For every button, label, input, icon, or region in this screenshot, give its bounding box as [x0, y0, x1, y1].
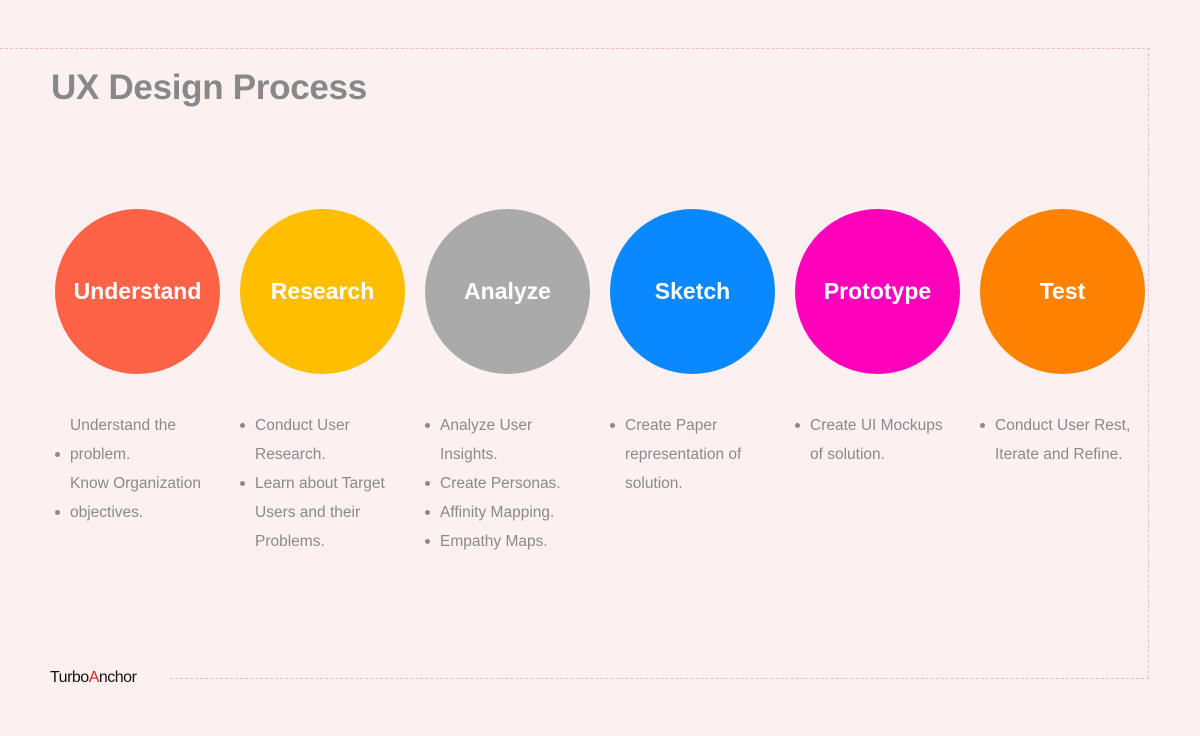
bullet-line: Learn about Target: [240, 469, 420, 498]
bullet-line: Research.: [240, 440, 420, 469]
bullet-dot-icon: [240, 481, 245, 486]
bullet-dot-icon: [425, 423, 430, 428]
bullet-text: Empathy Maps.: [440, 533, 548, 550]
bullet-line: Understand the: [55, 411, 235, 440]
bullet-dot-icon: [425, 481, 430, 486]
stage-label: Research: [270, 278, 375, 304]
stage-research: Research: [240, 209, 405, 374]
bullet-text: Affinity Mapping.: [440, 504, 555, 521]
bullet-dot-icon: [610, 423, 615, 428]
dashed-border-bottom: [170, 678, 1149, 679]
bullet-dot-icon: [795, 423, 800, 428]
stage-bullet-list: Understand the problem. Know Organization o…: [55, 411, 235, 527]
stage-circle: Analyze: [425, 209, 590, 374]
bullet-dot-icon: [425, 539, 430, 544]
stage-label: Analyze: [464, 278, 551, 304]
stage-understand: Understand: [55, 209, 220, 374]
logo-text-part1: Turbo: [50, 669, 89, 686]
bullet-text: objectives.: [70, 504, 144, 521]
bullet-text: Analyze User: [440, 417, 533, 434]
bullet-line: objectives.: [55, 498, 235, 527]
stage-bullet-list: Analyze User Insights. Create Personas. Aff…: [425, 411, 605, 556]
bullet-line: Conduct User Rest,: [980, 411, 1160, 440]
bullet-text: Create Personas.: [440, 475, 561, 492]
bullet-text: Users and their: [255, 504, 361, 521]
stage-bullet-list: Create UI Mockups of solution.: [795, 411, 975, 469]
bullet-text: Conduct User Rest,: [995, 417, 1131, 434]
stage-bullet-list: Conduct User Rest, Iterate and Refine.: [980, 411, 1160, 469]
bullet-text: Conduct User: [255, 417, 350, 434]
bullet-line: representation of: [610, 440, 790, 469]
bullet-dot-icon: [425, 510, 430, 515]
bullet-line: Create Personas.: [425, 469, 605, 498]
stage-sketch: Sketch: [610, 209, 775, 374]
bullet-text: Problems.: [255, 533, 325, 550]
bullet-text: solution.: [625, 475, 683, 492]
stage-bullet-list: Create Paper representation of solution.: [610, 411, 790, 498]
bullet-text: Create Paper: [625, 417, 718, 434]
stage-analyze: Analyze: [425, 209, 590, 374]
logo-text-part2: nchor: [98, 669, 137, 686]
stage-test: Test: [980, 209, 1145, 374]
bullet-line: Problems.: [240, 527, 420, 556]
logo-accent-letter: A: [88, 669, 100, 686]
bullet-line: Conduct User: [240, 411, 420, 440]
bullet-text: representation of: [625, 446, 742, 463]
stage-label: Understand: [73, 278, 202, 304]
brand-logo: TurboAnchor: [50, 669, 137, 687]
dashed-border-top: [0, 48, 1150, 49]
bullet-line: problem.: [55, 440, 235, 469]
stage-circle: Sketch: [610, 209, 775, 374]
bullet-dot-icon: [980, 423, 985, 428]
bullet-line: Empathy Maps.: [425, 527, 605, 556]
bullet-line: Know Organization: [55, 469, 235, 498]
stage-circle: Research: [240, 209, 405, 374]
bullet-dot-icon: [55, 452, 60, 457]
bullet-dot-icon: [55, 510, 60, 515]
stage-bullet-list: Conduct User Research. Learn about Target U…: [240, 411, 420, 556]
stage-circle: Test: [980, 209, 1145, 374]
bullet-line: Create UI Mockups: [795, 411, 975, 440]
bullet-line: Affinity Mapping.: [425, 498, 605, 527]
bullet-dot-icon: [240, 423, 245, 428]
stage-prototype: Prototype: [795, 209, 960, 374]
bullet-text: Know Organization: [70, 475, 201, 492]
page-title: UX Design Process: [51, 68, 367, 107]
bullet-text: Insights.: [440, 446, 498, 463]
bullet-line: Iterate and Refine.: [980, 440, 1160, 469]
stage-label: Test: [1039, 278, 1086, 304]
bullet-line: of solution.: [795, 440, 975, 469]
stage-label: Prototype: [823, 278, 932, 304]
bullet-line: Create Paper: [610, 411, 790, 440]
bullet-text: Iterate and Refine.: [995, 446, 1123, 463]
bullet-text: Research.: [255, 446, 326, 463]
bullet-line: Users and their: [240, 498, 420, 527]
stage-circle: Prototype: [795, 209, 960, 374]
bullet-text: Create UI Mockups: [810, 417, 943, 434]
bullet-line: Insights.: [425, 440, 605, 469]
stage-label: Sketch: [654, 278, 731, 304]
stage-circle: Understand: [55, 209, 220, 374]
bullet-text: Understand the: [70, 417, 176, 434]
bullet-text: problem.: [70, 446, 131, 463]
bullet-text: Learn about Target: [255, 475, 385, 492]
dashed-border-right: [1148, 48, 1149, 678]
bullet-line: Analyze User: [425, 411, 605, 440]
bullet-text: of solution.: [810, 446, 885, 463]
bullet-line: solution.: [610, 469, 790, 498]
